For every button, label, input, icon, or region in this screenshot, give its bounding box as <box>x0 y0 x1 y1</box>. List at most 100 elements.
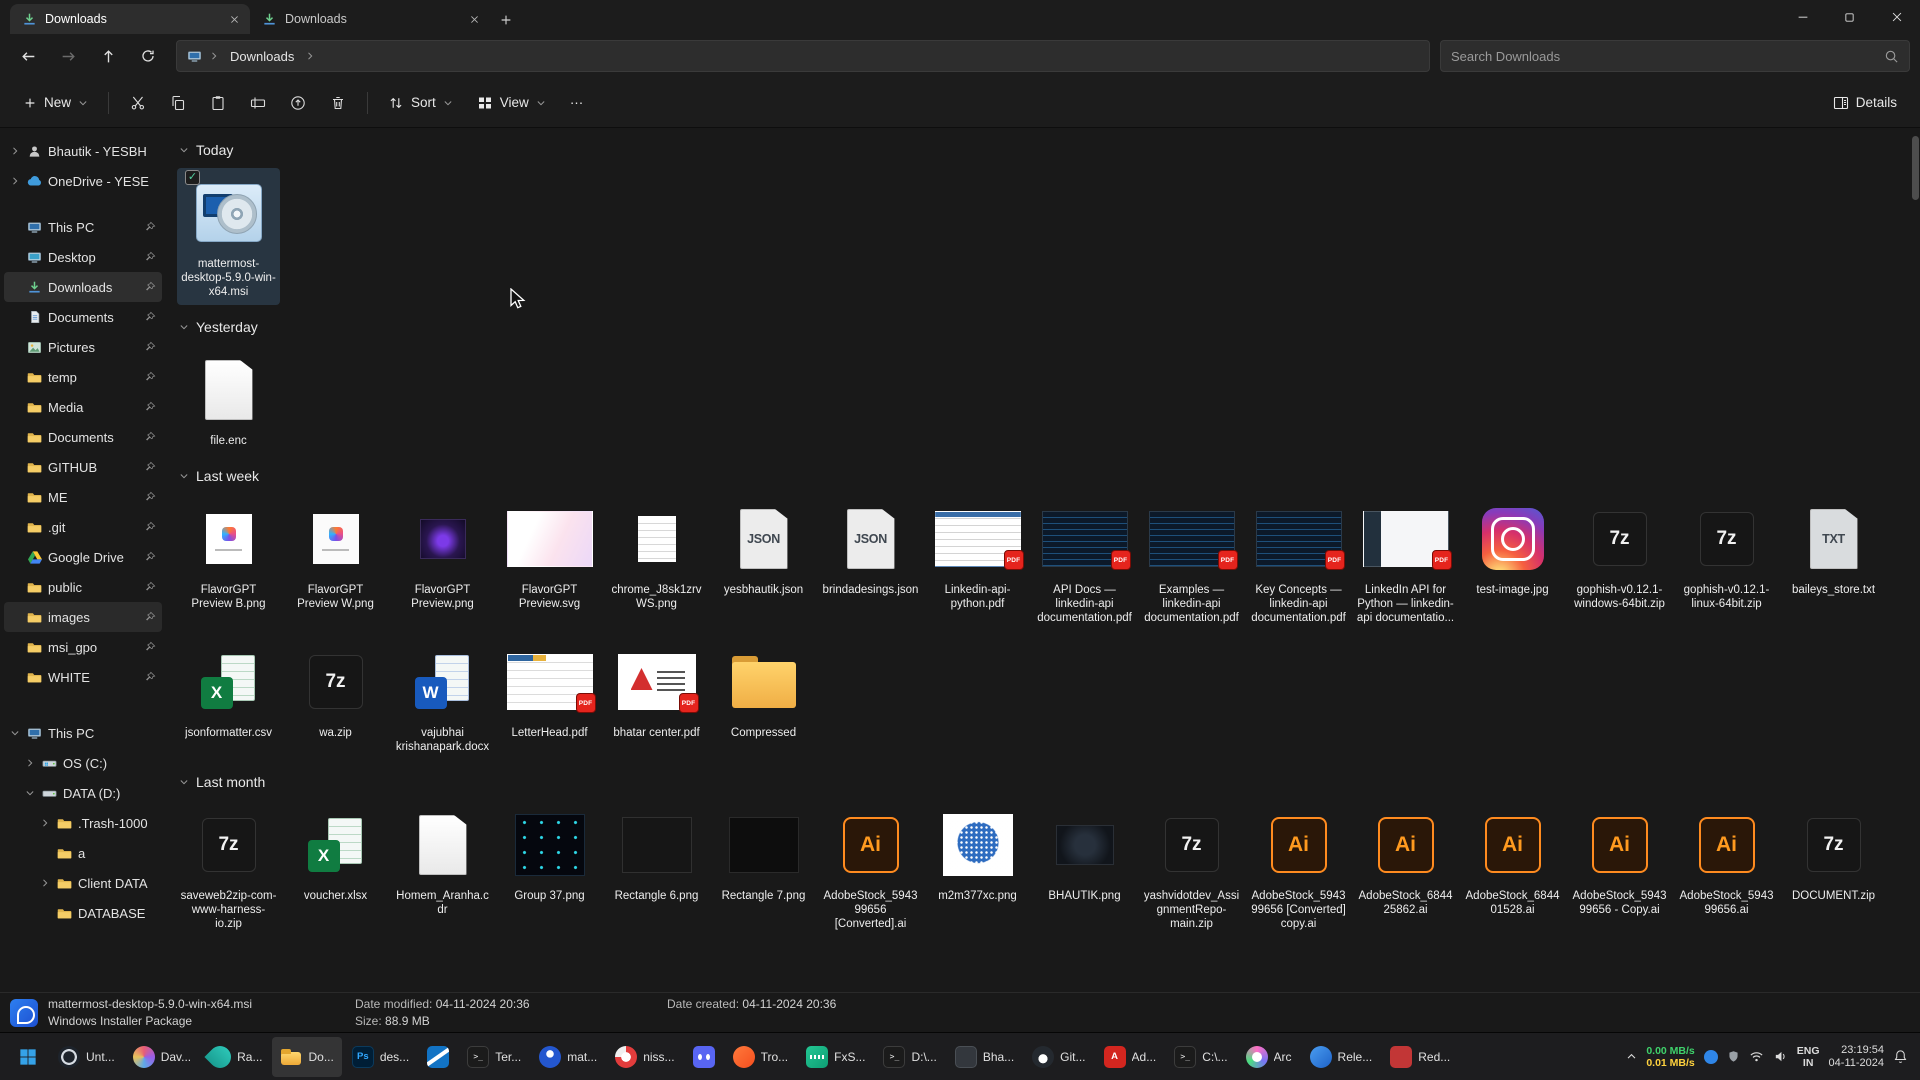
language-switcher[interactable]: ENG IN <box>1797 1045 1820 1069</box>
sidebar-item-data-d[interactable]: DATA (D:) <box>4 778 162 808</box>
taskbar-app-ad[interactable]: AAd... <box>1096 1037 1165 1077</box>
taskbar-app-red[interactable]: Red... <box>1382 1037 1458 1077</box>
file-mattermost-desktop-5-9-0-win-x64-msi[interactable]: ✓mattermost-desktop-5.9.0-win-x64.msi <box>177 168 280 305</box>
file-flavorgpt-preview-b-png[interactable]: FlavorGPT Preview B.png <box>177 494 280 617</box>
chevron-right-icon[interactable] <box>38 818 51 828</box>
details-pane-button[interactable]: Details <box>1822 86 1908 120</box>
sidebar-item-os-c[interactable]: OS (C:) <box>4 748 162 778</box>
file-m2m377xc-png[interactable]: m2m377xc.png <box>926 800 1029 909</box>
file-gophish-v0-12-1-linux-64bit-zip[interactable]: 7zgophish-v0.12.1-linux-64bit.zip <box>1675 494 1778 617</box>
tab-close-icon[interactable] <box>464 9 484 29</box>
taskbar-app-des[interactable]: Psdes... <box>344 1037 417 1077</box>
chevron-right-icon[interactable] <box>38 878 51 888</box>
close-button[interactable] <box>1873 0 1920 34</box>
sidebar-item-media[interactable]: Media <box>4 392 162 422</box>
forward-button[interactable] <box>50 40 86 72</box>
taskbar-app-ra[interactable]: Ra... <box>201 1037 270 1077</box>
group-header-today[interactable]: Today <box>179 142 1910 158</box>
sidebar-item-desktop[interactable]: Desktop <box>4 242 162 272</box>
delete-button[interactable] <box>318 86 358 120</box>
taskbar-app-d[interactable]: >_D:\... <box>875 1037 944 1077</box>
file-wa-zip[interactable]: 7zwa.zip <box>284 637 387 746</box>
sidebar-item-documents[interactable]: Documents <box>4 422 162 452</box>
breadcrumb-chevron-icon[interactable] <box>209 51 219 61</box>
new-button[interactable]: New <box>12 86 99 120</box>
chevron-down-icon[interactable] <box>23 788 36 798</box>
group-header-last-month[interactable]: Last month <box>179 774 1910 790</box>
taskbar-app-niss[interactable]: niss... <box>607 1037 682 1077</box>
taskbar-app-arc[interactable]: Arc <box>1238 1037 1300 1077</box>
sidebar-item-documents[interactable]: Documents <box>4 302 162 332</box>
file-yashvidotdev-assignmentrepo-main-zip[interactable]: 7zyashvidotdev_AssignmentRepo-main.zip <box>1140 800 1243 937</box>
address-bar[interactable]: Downloads <box>176 40 1430 72</box>
paste-button[interactable] <box>198 86 238 120</box>
taskbar-app-git[interactable]: Git... <box>1024 1037 1093 1077</box>
file-adobestock-594399656-ai[interactable]: AiAdobeStock_594399656.ai <box>1675 800 1778 923</box>
share-button[interactable] <box>278 86 318 120</box>
file-adobestock-594399656-copy-ai[interactable]: AiAdobeStock_594399656 - Copy.ai <box>1568 800 1671 923</box>
file-saveweb2zip-com-www-harness-io-zip[interactable]: 7zsaveweb2zip-com-www-harness-io.zip <box>177 800 280 937</box>
file-rectangle-7-png[interactable]: Rectangle 7.png <box>712 800 815 909</box>
file-linkedin-api-for-python-linkedin-api-docum[interactable]: PDFLinkedIn API for Python — linkedin-ap… <box>1354 494 1457 631</box>
file-brindadesings-json[interactable]: JSONbrindadesings.json <box>819 494 922 603</box>
file-document-zip[interactable]: 7zDOCUMENT.zip <box>1782 800 1885 909</box>
file-bhautik-png[interactable]: BHAUTIK.png <box>1033 800 1136 909</box>
file-adobestock-684425862-ai[interactable]: AiAdobeStock_684425862.ai <box>1354 800 1457 923</box>
refresh-button[interactable] <box>130 40 166 72</box>
up-button[interactable] <box>90 40 126 72</box>
scrollbar-thumb[interactable] <box>1912 136 1919 200</box>
taskbar-app-c[interactable]: >_C:\... <box>1166 1037 1235 1077</box>
back-button[interactable] <box>10 40 46 72</box>
rename-button[interactable] <box>238 86 278 120</box>
file-adobestock-684401528-ai[interactable]: AiAdobeStock_684401528.ai <box>1461 800 1564 923</box>
file-examples-linkedin-api-documentation-pdf[interactable]: PDFExamples — linkedin-api documentation… <box>1140 494 1243 631</box>
sidebar-item-bhautik-yesbh[interactable]: Bhautik - YESBH <box>4 136 162 166</box>
file-adobestock-594399656-converted-copy-ai[interactable]: AiAdobeStock_594399656 [Converted] copy.… <box>1247 800 1350 937</box>
selection-checkbox[interactable]: ✓ <box>185 170 200 185</box>
breadcrumb[interactable]: Downloads <box>226 47 298 66</box>
sidebar-item-downloads[interactable]: Downloads <box>4 272 162 302</box>
file-flavorgpt-preview-w-png[interactable]: FlavorGPT Preview W.png <box>284 494 387 617</box>
file-file-enc[interactable]: file.enc <box>177 345 280 454</box>
sidebar-item-a[interactable]: a <box>4 838 162 868</box>
file-rectangle-6-png[interactable]: Rectangle 6.png <box>605 800 708 909</box>
file-flavorgpt-preview-png[interactable]: FlavorGPT Preview.png <box>391 494 494 617</box>
sidebar-item-this-pc[interactable]: This PC <box>4 718 162 748</box>
file-key-concepts-linkedin-api-documentation-pd[interactable]: PDFKey Concepts — linkedin-api documenta… <box>1247 494 1350 631</box>
search-box[interactable] <box>1440 40 1910 72</box>
file-group-37-png[interactable]: Group 37.png <box>498 800 601 909</box>
taskbar-app-do[interactable]: Do... <box>272 1037 341 1077</box>
tab-downloads-1[interactable]: Downloads <box>10 4 250 34</box>
sort-button[interactable]: Sort <box>377 86 464 120</box>
sidebar-item-this-pc[interactable]: This PC <box>4 212 162 242</box>
more-options-button[interactable]: ··· <box>559 86 595 120</box>
new-tab-button[interactable] <box>492 6 520 34</box>
file-jsonformatter-csv[interactable]: Xjsonformatter.csv <box>177 637 280 746</box>
tab-close-icon[interactable] <box>224 9 244 29</box>
sidebar-item-database[interactable]: DATABASE <box>4 898 162 928</box>
sidebar-item-me[interactable]: ME <box>4 482 162 512</box>
file-vajubhai-krishanapark-docx[interactable]: Wvajubhai krishanapark.docx <box>391 637 494 760</box>
file-gophish-v0-12-1-windows-64bit-zip[interactable]: 7zgophish-v0.12.1-windows-64bit.zip <box>1568 494 1671 617</box>
taskbar-app-mat[interactable]: mat... <box>531 1037 605 1077</box>
clock[interactable]: 23:19:54 04-11-2024 <box>1829 1044 1884 1070</box>
sidebar-item-pictures[interactable]: Pictures <box>4 332 162 362</box>
chevron-right-icon[interactable] <box>8 176 21 186</box>
file-linkedin-api-python-pdf[interactable]: PDFLinkedin-api-python.pdf <box>926 494 1029 617</box>
chevron-down-icon[interactable] <box>8 728 21 738</box>
sidebar-item-images[interactable]: images <box>4 602 162 632</box>
file-test-image-jpg[interactable]: test-image.jpg <box>1461 494 1564 603</box>
network-speed-widget[interactable]: 0.00 MB/s 0.01 MB/s <box>1646 1045 1694 1069</box>
file-api-docs-linkedin-api-documentation-pdf[interactable]: PDFAPI Docs — linkedin-api documentation… <box>1033 494 1136 631</box>
sidebar-item-git[interactable]: .git <box>4 512 162 542</box>
file-bhatar-center-pdf[interactable]: PDFbhatar center.pdf <box>605 637 708 746</box>
sidebar-item-white[interactable]: WHITE <box>4 662 162 692</box>
notifications-bell-icon[interactable] <box>1893 1049 1908 1064</box>
file-voucher-xlsx[interactable]: Xvoucher.xlsx <box>284 800 387 909</box>
file-chrome-j8sk1zrvws-png[interactable]: chrome_J8sk1zrvWS.png <box>605 494 708 617</box>
search-input[interactable] <box>1451 49 1876 64</box>
hidden-icons-chevron-icon[interactable] <box>1626 1051 1637 1062</box>
tab-downloads-2[interactable]: Downloads <box>250 4 490 34</box>
file-letterhead-pdf[interactable]: PDFLetterHead.pdf <box>498 637 601 746</box>
sidebar-item-temp[interactable]: temp <box>4 362 162 392</box>
